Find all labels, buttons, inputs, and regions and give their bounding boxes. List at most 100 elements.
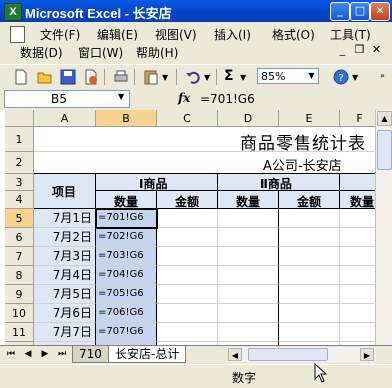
col-header-d[interactable]: D [218, 110, 279, 127]
cell-r6-c5[interactable] [279, 228, 340, 247]
row-header-5[interactable]: 5 [5, 209, 34, 228]
fx-icon[interactable]: fx [178, 91, 190, 105]
save-icon[interactable] [59, 68, 77, 86]
cell-r5-c1[interactable]: 7月1日 [34, 209, 96, 228]
cell-r6-c4[interactable] [218, 228, 279, 247]
col-header-a[interactable]: A [34, 110, 96, 127]
menu-data[interactable]: 数据(D) [20, 44, 63, 61]
sum-dropdown-icon[interactable]: ▼ [240, 73, 246, 82]
cell-r11-c3[interactable] [157, 323, 218, 342]
row-header-1[interactable]: 1 [5, 127, 34, 152]
open-icon[interactable] [36, 68, 54, 86]
cell-r5-c4[interactable] [218, 209, 279, 228]
row-header-11[interactable]: 11 [5, 323, 34, 342]
menu-file[interactable]: 文件(F) [40, 26, 80, 43]
paste-icon[interactable] [142, 68, 160, 86]
product-3-header[interactable] [340, 174, 380, 191]
formula-input[interactable]: =701!G6 [200, 92, 255, 106]
cell-r8-c6[interactable] [340, 266, 380, 285]
cell-r8-c4[interactable] [218, 266, 279, 285]
menu-tools[interactable]: 工具(T) [330, 26, 371, 43]
cell-r9-c1[interactable]: 7月5日 [34, 285, 96, 304]
select-all-corner[interactable] [5, 110, 34, 127]
paste-dropdown-icon[interactable]: ▼ [162, 73, 168, 82]
prev-sheet-icon[interactable]: ◀ [22, 348, 34, 361]
cell-r6-c3[interactable] [157, 228, 218, 247]
row-header-7[interactable]: 7 [5, 247, 34, 266]
last-sheet-icon[interactable]: ⏭ [56, 348, 68, 361]
cell-r9-c6[interactable] [340, 285, 380, 304]
scroll-right-icon[interactable]: ▶ [360, 348, 374, 361]
menu-insert[interactable]: 插入(I) [214, 26, 251, 43]
sheet-tab-total[interactable]: 长安店-总计 [108, 346, 187, 363]
first-sheet-icon[interactable]: ⏮ [5, 348, 17, 361]
row-header-3[interactable]: 3 [5, 174, 34, 191]
menu-edit[interactable]: 编辑(E) [97, 26, 138, 43]
cell-r7-c6[interactable] [340, 247, 380, 266]
print-icon[interactable] [112, 68, 130, 86]
next-sheet-icon[interactable]: ▶ [39, 348, 51, 361]
cell-r5-c3[interactable] [157, 209, 218, 228]
maximize-button[interactable]: □ [350, 2, 370, 21]
help-dropdown-icon[interactable]: ▼ [352, 73, 358, 82]
col-header-c[interactable]: C [157, 110, 218, 127]
row-header-2[interactable]: 2 [5, 152, 34, 174]
toolbar-options-icon[interactable]: » [380, 71, 385, 80]
cell-r5-c5[interactable] [279, 209, 340, 228]
row-header-6[interactable]: 6 [5, 228, 34, 247]
cell-r6-c2[interactable]: =702!G6 [96, 228, 157, 247]
cell-r11-c5[interactable] [279, 323, 340, 342]
menu-window[interactable]: 窗口(W) [78, 44, 123, 61]
cell-r10-c6[interactable] [340, 304, 380, 323]
cell-r10-c1[interactable]: 7月6日 [34, 304, 96, 323]
col-header-b[interactable]: B [96, 110, 157, 127]
undo-icon[interactable] [184, 68, 202, 86]
cell-r7-c2[interactable]: =703!G6 [96, 247, 157, 266]
col-header-f[interactable]: F [340, 110, 380, 127]
cell-r9-c4[interactable] [218, 285, 279, 304]
cell-r10-c4[interactable] [218, 304, 279, 323]
cell-r7-c3[interactable] [157, 247, 218, 266]
row-header-9[interactable]: 9 [5, 285, 34, 304]
cell-r5-c6[interactable] [340, 209, 380, 228]
cell-r10-c3[interactable] [157, 304, 218, 323]
cell-r7-c5[interactable] [279, 247, 340, 266]
row-header-10[interactable]: 10 [5, 304, 34, 323]
cell-r10-c2[interactable]: =706!G6 [96, 304, 157, 323]
name-box-dropdown-icon[interactable]: ▼ [118, 92, 124, 101]
vertical-scroll-thumb[interactable] [377, 130, 392, 170]
doc-minimize-icon[interactable]: _ [336, 43, 349, 56]
cell-r6-c1[interactable]: 7月2日 [34, 228, 96, 247]
cell-r11-c6[interactable] [340, 323, 380, 342]
cell-r11-c4[interactable] [218, 323, 279, 342]
menu-view[interactable]: 视图(V) [155, 26, 197, 43]
row-header-4[interactable]: 4 [5, 191, 34, 209]
sum-icon[interactable]: Σ [224, 68, 234, 84]
menu-help[interactable]: 帮助(H) [136, 44, 178, 61]
horizontal-scroll-thumb[interactable] [248, 348, 328, 361]
cell-r7-c1[interactable]: 7月3日 [34, 247, 96, 266]
cell-r9-c5[interactable] [279, 285, 340, 304]
name-box[interactable]: B5 [4, 90, 130, 108]
close-button[interactable]: ✕ [370, 2, 390, 21]
menu-format[interactable]: 格式(O) [272, 26, 315, 43]
horizontal-scrollbar[interactable]: ◀ ▶ [228, 347, 376, 362]
cell-r11-c2[interactable]: =707!G6 [96, 323, 157, 342]
cell-r8-c2[interactable]: =704!G6 [96, 266, 157, 285]
zoom-dropdown-icon[interactable]: ▼ [305, 69, 318, 83]
cell-r6-c6[interactable] [340, 228, 380, 247]
cell-r7-c4[interactable] [218, 247, 279, 266]
permission-icon[interactable] [82, 68, 100, 86]
new-icon[interactable] [12, 68, 30, 86]
vertical-scrollbar[interactable]: ▲ [375, 110, 392, 345]
cell-r8-c1[interactable]: 7月4日 [34, 266, 96, 285]
worksheet-grid[interactable]: A B C D E F 1 2 3 4 5 6 7 8 9 10 11 12 商… [0, 110, 392, 345]
undo-dropdown-icon[interactable]: ▼ [204, 73, 210, 82]
cell-r10-c5[interactable] [279, 304, 340, 323]
row-header-8[interactable]: 8 [5, 266, 34, 285]
sheet-tab-710[interactable]: 710 [72, 346, 109, 363]
col-header-e[interactable]: E [279, 110, 340, 127]
cell-r9-c2[interactable]: =705!G6 [96, 285, 157, 304]
minimize-button[interactable]: _ [330, 2, 350, 21]
cell-r8-c5[interactable] [279, 266, 340, 285]
